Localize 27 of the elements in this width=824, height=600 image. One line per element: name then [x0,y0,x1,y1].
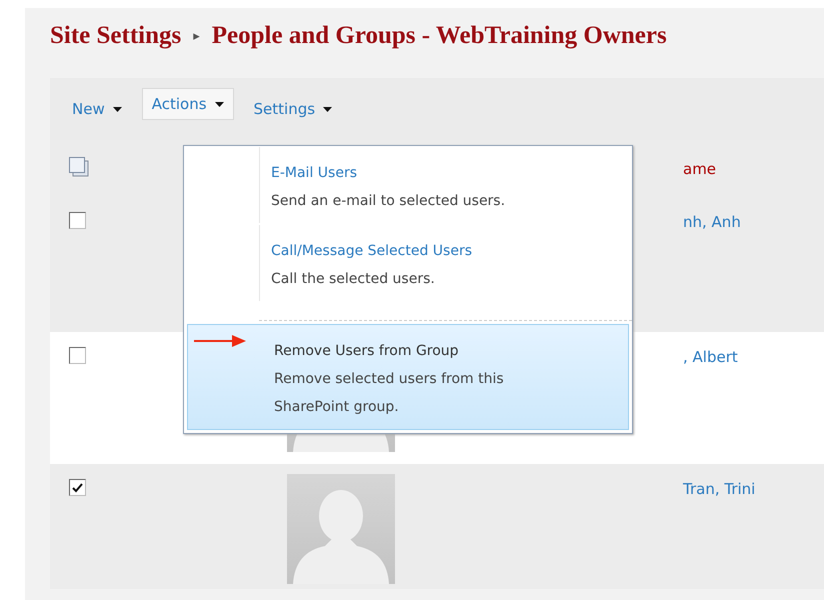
user-name-link[interactable]: nh, Anh [661,213,741,231]
arrow-icon [194,333,246,349]
select-all-icon[interactable] [69,156,89,176]
caret-icon [323,106,332,112]
menu-item-title: Remove Users from Group [274,342,460,361]
row-checkbox[interactable] [69,347,86,364]
menu-item-description: Call the selected users. [271,270,436,289]
menu-item[interactable]: E-Mail Users Send an e-mail to selected users. [184,146,632,224]
user-name-link[interactable]: , Albert [661,348,738,366]
column-header[interactable]: ame [661,160,716,178]
caret-icon [214,102,224,106]
toolbar-menu-button[interactable]: Actions [142,88,234,120]
menu-item-title: E-Mail Users [271,164,358,183]
menu-item[interactable]: Remove Users from Group Remove selected users from this SharePoint group. [187,324,629,430]
menu-item-description: Send an e-mail to selected users. [271,192,506,211]
row-checkbox[interactable] [69,479,86,496]
row-checkbox[interactable] [69,212,86,229]
user-name-link[interactable]: Tran, Trini [661,480,756,498]
toolbar-menu-button[interactable]: New [62,93,132,125]
menu-item-description: Remove selected users from this SharePoint group. [274,370,505,417]
menu-item-title: Call/Message Selected Users [271,242,474,261]
caret-icon [112,106,122,112]
breadcrumb-separator: ▸ [193,28,200,44]
menu-item[interactable]: Call/Message Selected Users Call the selected users. [184,224,632,302]
toolbar-menu-button[interactable]: Settings [244,93,342,125]
page-title: People and Groups - WebTraining Owners [212,22,667,50]
breadcrumb-link[interactable]: Site Settings [50,22,182,50]
